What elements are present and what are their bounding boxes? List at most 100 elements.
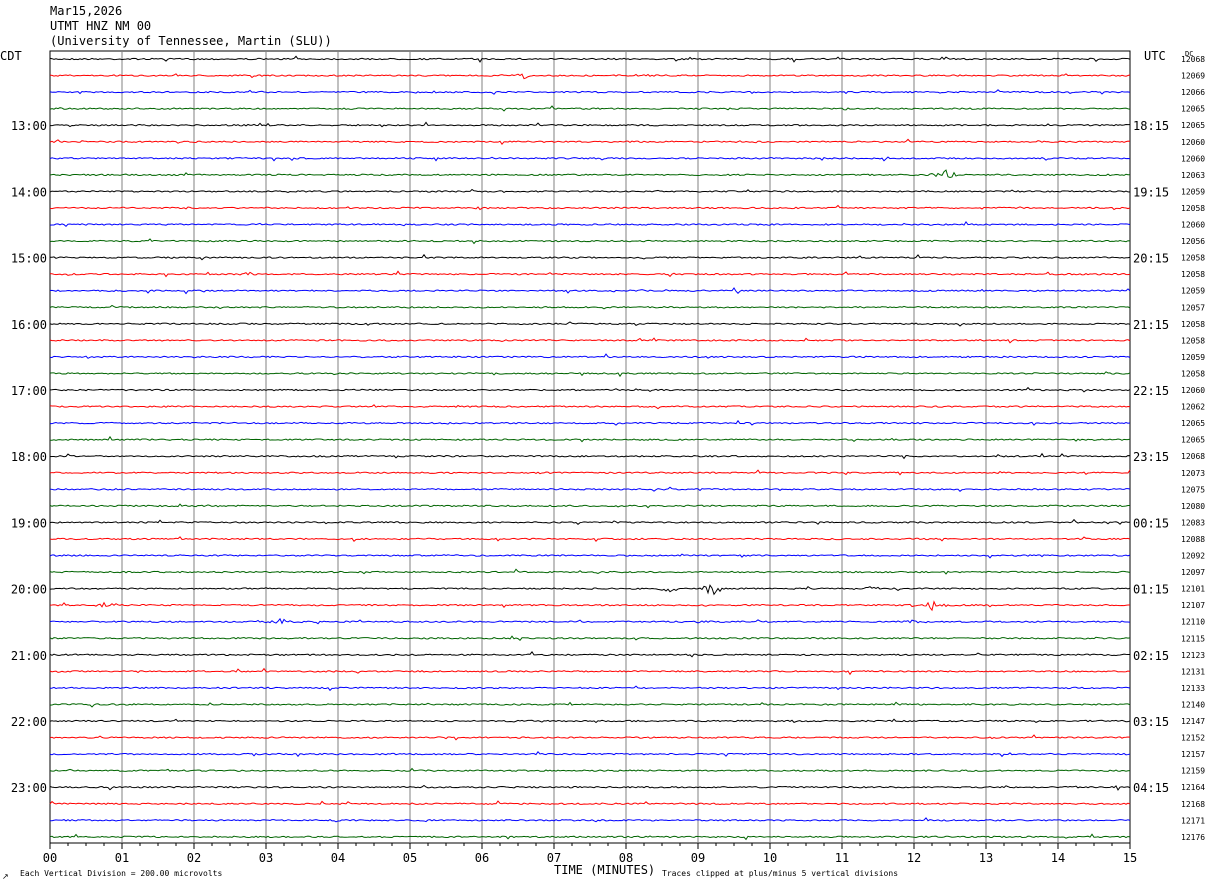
x-tick-label: 00 [43, 851, 57, 865]
dc-value-label: 12065 [1181, 419, 1205, 428]
seismic-trace [49, 89, 1131, 95]
right-hour-label: 01:15 [1133, 583, 1169, 597]
left-hour-label: 14:00 [11, 185, 47, 199]
dc-value-label: 12147 [1181, 717, 1205, 726]
x-tick-label: 15 [1123, 851, 1137, 865]
x-tick-label: 11 [835, 851, 849, 865]
dc-value-label: 12110 [1181, 618, 1205, 627]
seismic-trace [49, 817, 1131, 823]
x-tick-label: 14 [1051, 851, 1065, 865]
seismic-trace [49, 188, 1131, 194]
left-hour-label: 17:00 [11, 384, 47, 398]
dc-value-label: 12065 [1181, 436, 1205, 445]
dc-value-label: 12058 [1181, 204, 1205, 213]
x-tick-label: 10 [763, 851, 777, 865]
x-tick-label: 06 [475, 851, 489, 865]
left-axis-label: CDT [0, 49, 22, 63]
x-tick-label: 04 [331, 851, 345, 865]
dc-value-label: 12060 [1181, 386, 1205, 395]
corner-mark: ↗ [2, 872, 9, 881]
right-hour-label: 19:15 [1133, 185, 1169, 199]
x-tick-label: 01 [115, 851, 129, 865]
right-hour-label: 23:15 [1133, 450, 1169, 464]
left-hour-label: 21:00 [11, 649, 47, 663]
right-hour-label: 04:15 [1133, 781, 1169, 795]
dc-value-label: 12097 [1181, 568, 1205, 577]
seismic-trace [49, 138, 1131, 145]
right-hour-label: 18:15 [1133, 119, 1169, 133]
dc-value-label: 12059 [1181, 353, 1205, 362]
dc-value-label: 12123 [1181, 651, 1205, 660]
dc-value-label: 12063 [1181, 171, 1205, 180]
seismic-trace [49, 353, 1131, 359]
x-tick-label: 12 [907, 851, 921, 865]
x-tick-label: 08 [619, 851, 633, 865]
dc-value-label: 12058 [1181, 254, 1205, 263]
right-hour-label: 22:15 [1133, 384, 1169, 398]
seismic-trace [49, 486, 1131, 492]
dc-value-label: 12073 [1181, 469, 1205, 478]
seismic-trace [49, 536, 1131, 543]
dc-value-label: 12060 [1181, 138, 1205, 147]
dc-value-label: 12057 [1181, 303, 1205, 312]
seismic-trace [49, 718, 1131, 724]
dc-value-label: 12157 [1181, 750, 1205, 759]
clip-note: Traces clipped at plus/minus 5 vertical … [662, 869, 898, 878]
seismic-trace [49, 55, 1131, 63]
dc-value-label: 12058 [1181, 270, 1205, 279]
seismic-trace [49, 169, 1131, 178]
seismic-trace [49, 518, 1131, 525]
dc-value-label: 12060 [1181, 154, 1205, 163]
seismic-trace [49, 651, 1131, 658]
seismic-trace [49, 337, 1131, 344]
seismic-trace [49, 304, 1131, 310]
dc-value-label: 12131 [1181, 667, 1205, 676]
seismic-trace [49, 734, 1131, 741]
right-hour-label: 02:15 [1133, 649, 1169, 663]
seismic-trace [49, 419, 1131, 426]
seismic-trace [49, 635, 1131, 642]
dc-value-label: 12133 [1181, 684, 1205, 693]
dc-value-label: 12168 [1181, 800, 1205, 809]
dc-value-label: 12059 [1181, 287, 1205, 296]
seismic-trace [49, 685, 1131, 692]
seismic-trace [49, 270, 1131, 278]
seismic-trace [49, 287, 1131, 295]
dc-value-label: 12056 [1181, 237, 1205, 246]
right-hour-label: 20:15 [1133, 252, 1169, 266]
dc-value-label: 12092 [1181, 552, 1205, 561]
right-hour-label: 00:15 [1133, 516, 1169, 530]
x-tick-label: 07 [547, 851, 561, 865]
dc-value-label: 12068 [1181, 452, 1205, 461]
seismic-trace [49, 751, 1131, 758]
seismic-trace [49, 469, 1131, 476]
seismic-trace [49, 553, 1131, 559]
seismic-trace [49, 767, 1131, 772]
seismogram-chart: CDT UTC DC TIME (MINUTES) Each Vertical … [0, 49, 1205, 881]
left-hour-label: 16:00 [11, 318, 47, 332]
dc-value-label: 12115 [1181, 634, 1205, 643]
dc-value-label: 12176 [1181, 833, 1205, 842]
seismic-trace [49, 617, 1131, 625]
dc-value-label: 12164 [1181, 783, 1205, 792]
left-hour-label: 23:00 [11, 781, 47, 795]
dc-value-label: 12069 [1181, 72, 1205, 81]
seismic-trace [49, 238, 1131, 245]
seismic-trace [49, 404, 1131, 410]
dc-value-label: 12101 [1181, 585, 1205, 594]
seismic-trace [49, 667, 1131, 676]
seismic-trace [49, 371, 1131, 378]
dc-value-label: 12075 [1181, 485, 1205, 494]
dc-value-label: 12107 [1181, 601, 1205, 610]
seismic-trace [50, 121, 1130, 128]
dc-value-label: 12059 [1181, 187, 1205, 196]
dc-value-label: 12080 [1181, 502, 1205, 511]
seismic-trace [49, 600, 1131, 612]
seismic-trace [49, 73, 1131, 80]
dc-value-label: 12083 [1181, 518, 1205, 527]
x-tick-label: 09 [691, 851, 705, 865]
dc-value-label: 12140 [1181, 700, 1205, 709]
dc-value-label: 12065 [1181, 105, 1205, 114]
dc-value-label: 12065 [1181, 121, 1205, 130]
dc-value-label: 12159 [1181, 767, 1205, 776]
